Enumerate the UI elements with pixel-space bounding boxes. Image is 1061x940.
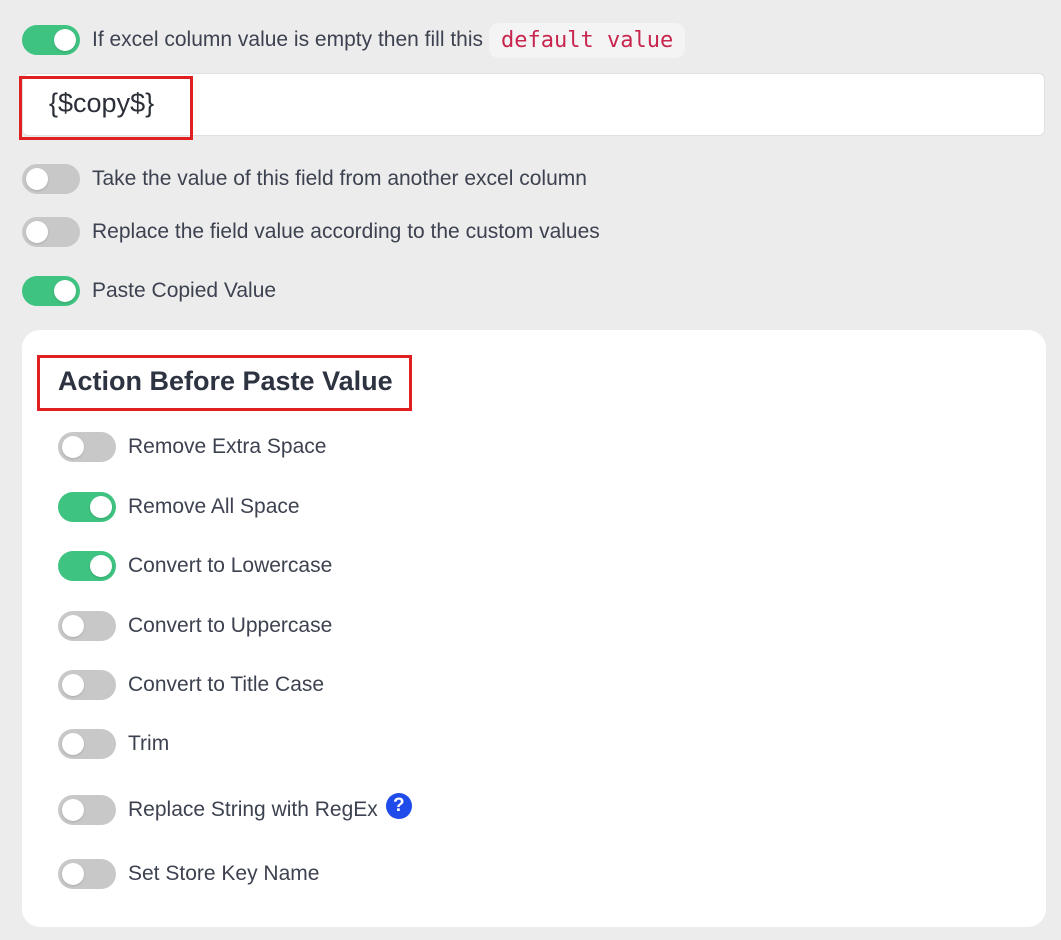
action-item-lowercase: Convert to Lowercase [58,549,332,583]
default-fill-label: If excel column value is empty then fill… [92,28,484,51]
from-other-column-label: Take the value of this field from anothe… [92,167,587,190]
default-value-badge: default value [489,22,686,58]
store-key-label: Set Store Key Name [128,862,320,885]
paste-copied-row: Paste Copied Value [22,274,276,308]
toggle-knob [62,733,84,755]
toggle-knob [26,221,48,243]
toggle-knob [90,555,112,577]
regex-toggle[interactable] [58,795,116,825]
action-item-remove-all-space: Remove All Space [58,490,300,524]
action-item-regex: Replace String with RegEx ? [58,793,412,827]
action-item-trim: Trim [58,727,169,761]
toggle-knob [26,168,48,190]
toggle-knob [62,799,84,821]
uppercase-toggle[interactable] [58,611,116,641]
from-other-column-row: Take the value of this field from anothe… [22,162,587,196]
paste-copied-toggle[interactable] [22,276,80,306]
action-item-title-case: Convert to Title Case [58,668,324,702]
default-value-input[interactable]: {$copy$} [22,73,1045,136]
title-case-label: Convert to Title Case [128,673,325,696]
toggle-knob [62,436,84,458]
toggle-knob [62,863,84,885]
lowercase-toggle[interactable] [58,551,116,581]
remove-extra-space-toggle[interactable] [58,432,116,462]
question-circle-icon[interactable]: ? [385,793,412,819]
action-item-uppercase: Convert to Uppercase [58,609,332,643]
default-value-text: {$copy$} [49,88,155,118]
panel-title: Action Before Paste Value [58,366,393,396]
lowercase-label: Convert to Lowercase [128,554,333,577]
remove-extra-space-label: Remove Extra Space [128,435,327,458]
custom-values-label: Replace the field value according to the… [92,220,600,243]
toggle-knob [62,674,84,696]
custom-values-toggle[interactable] [22,217,80,247]
toggle-knob [62,615,84,637]
action-item-store-key: Set Store Key Name [58,857,319,891]
remove-all-space-toggle[interactable] [58,492,116,522]
custom-values-row: Replace the field value according to the… [22,215,600,249]
action-item-remove-extra-space: Remove Extra Space [58,430,326,464]
from-other-column-toggle[interactable] [22,164,80,194]
uppercase-label: Convert to Uppercase [128,614,333,637]
trim-label: Trim [128,732,170,755]
regex-label: Replace String with RegEx [128,798,378,821]
paste-copied-label: Paste Copied Value [92,279,277,302]
remove-all-space-label: Remove All Space [128,495,300,518]
default-fill-row: If excel column value is empty then fill… [22,22,686,58]
title-case-toggle[interactable] [58,670,116,700]
toggle-knob [54,280,76,302]
default-fill-toggle[interactable] [22,25,80,55]
trim-toggle[interactable] [58,729,116,759]
toggle-knob [54,29,76,51]
store-key-toggle[interactable] [58,859,116,889]
toggle-knob [90,496,112,518]
